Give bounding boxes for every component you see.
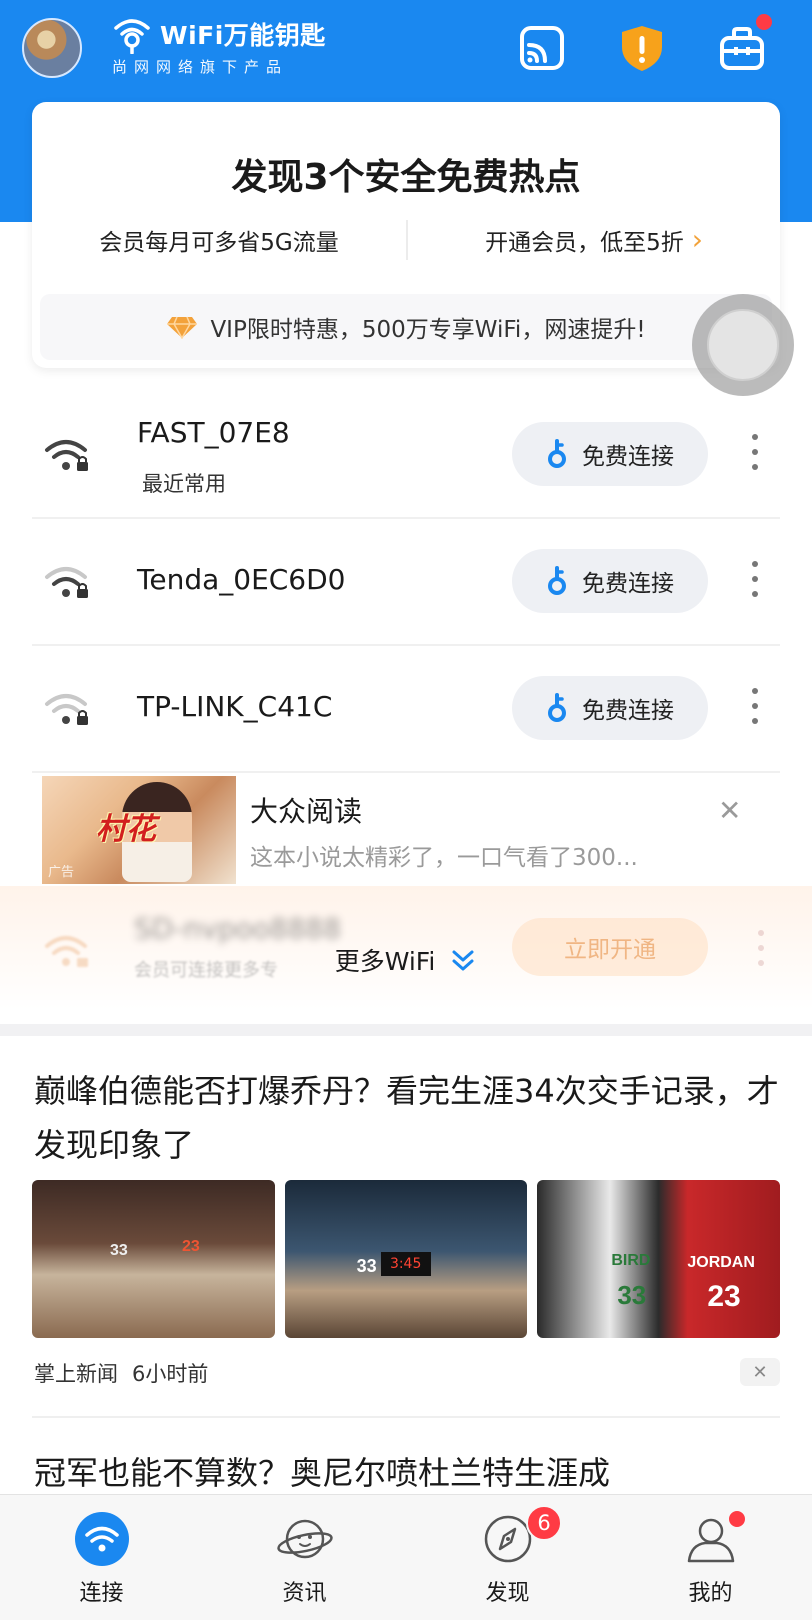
- wifi-locked-icon: [45, 440, 88, 471]
- hotspot-summary-card: 发现3个安全免费热点 会员每月可多省5G流量 开通会员，低至5折 › VIP限时…: [32, 102, 780, 368]
- ad-title: 大众阅读: [250, 795, 363, 828]
- member-wifi-ssid: SD-nvpoo8888: [134, 912, 342, 945]
- section-separator: [0, 1024, 812, 1036]
- wifi-locked-icon: [45, 694, 88, 725]
- diamond-icon: [167, 316, 198, 339]
- vip-promo-banner[interactable]: VIP限时特惠，500万专享WiFi，网速提升!: [40, 294, 772, 360]
- tab-profile[interactable]: 我的: [609, 1495, 812, 1620]
- notification-badge: 6: [526, 1505, 562, 1541]
- wifi-list: FAST_07E8 最近常用 免费连接 Tenda_0EC6D0 免费连接 TP…: [32, 392, 780, 773]
- member-benefit-text: 会员每月可多省5G流量: [99, 230, 339, 256]
- key-icon: [548, 693, 566, 722]
- free-connect-button[interactable]: 免费连接: [512, 676, 708, 740]
- app-subtitle: 尚网网络旗下产品: [112, 58, 289, 76]
- tab-connect[interactable]: 连接: [0, 1495, 203, 1620]
- shield-alert-icon: [622, 26, 662, 71]
- free-connect-label: 免费连接: [582, 444, 674, 470]
- key-icon: [548, 566, 566, 595]
- divider: [32, 1416, 780, 1418]
- dismiss-news-button[interactable]: ✕: [740, 1358, 780, 1386]
- toolbox-button[interactable]: [714, 12, 774, 76]
- user-avatar[interactable]: [22, 18, 82, 78]
- toolbox-notification-dot: [754, 12, 774, 32]
- close-icon[interactable]: ✕: [718, 794, 741, 827]
- brand: WiFi万能钥匙 尚网网络旗下产品: [110, 14, 326, 77]
- wifi-locked-icon: [45, 567, 88, 598]
- open-membership-link[interactable]: 开通会员，低至5折 ›: [408, 223, 780, 257]
- more-options-icon[interactable]: [750, 434, 760, 470]
- wifi-item[interactable]: FAST_07E8 最近常用 免费连接: [32, 392, 780, 519]
- news-image-row[interactable]: 33 23 3:45 33 BIRD 33 JORDAN 23: [32, 1180, 781, 1338]
- vip-promo-text: VIP限时特惠，500万专享WiFi，网速提升!: [210, 317, 646, 343]
- tab-label: 资讯: [282, 1581, 327, 1606]
- more-options-icon[interactable]: [750, 688, 760, 724]
- hotspot-count-title: 发现3个安全免费热点: [231, 157, 581, 198]
- more-wifi-label: 更多WiFi: [334, 947, 436, 976]
- tab-news[interactable]: 资讯: [203, 1495, 406, 1620]
- bottom-tab-bar: 连接 资讯 发现 6 我的: [0, 1494, 812, 1620]
- ad-image: 村花 广告: [42, 776, 236, 884]
- news-image: 3:45 33: [284, 1180, 528, 1338]
- floating-touch-button[interactable]: [692, 294, 794, 396]
- app-title: WiFi万能钥匙: [160, 21, 326, 50]
- news-image: BIRD 33 JORDAN 23: [537, 1180, 781, 1338]
- chevron-right-icon: ›: [691, 223, 703, 256]
- free-connect-button[interactable]: 免费连接: [512, 549, 708, 613]
- notification-dot: [727, 1509, 747, 1529]
- open-membership-label: 开通会员，低至5折: [485, 230, 684, 256]
- key-icon: [548, 439, 566, 468]
- ad-label: 广告: [48, 865, 75, 880]
- wifi-item[interactable]: Tenda_0EC6D0 免费连接: [32, 519, 780, 646]
- double-chevron-down-icon: [452, 950, 474, 971]
- tab-label: 连接: [79, 1581, 124, 1606]
- cast-button[interactable]: [514, 20, 570, 76]
- tab-label: 发现: [485, 1581, 530, 1606]
- cast-icon: [520, 26, 564, 70]
- planet-tab-icon: [276, 1519, 333, 1559]
- free-connect-label: 免费连接: [582, 571, 674, 597]
- news-time: 6小时前: [132, 1362, 209, 1386]
- ad-banner[interactable]: 村花 广告 大众阅读 这本小说太精彩了，一口气看了300... ✕: [42, 776, 780, 884]
- wifi-item[interactable]: TP-LINK_C41C 免费连接: [32, 646, 780, 773]
- wifi-ssid: FAST_07E8: [137, 416, 290, 449]
- news-meta: 掌上新闻 6小时前: [34, 1358, 208, 1388]
- news-title[interactable]: 巅峰伯德能否打爆乔丹？看完生涯34次交手记录，才发现印象了: [34, 1064, 784, 1172]
- wifi-ssid: TP-LINK_C41C: [137, 690, 333, 723]
- wifi-tab-icon: [74, 1512, 129, 1566]
- more-options-icon[interactable]: [750, 561, 760, 597]
- tab-discover[interactable]: 发现 6: [406, 1495, 609, 1620]
- free-connect-label: 免费连接: [582, 698, 674, 724]
- news-source: 掌上新闻: [34, 1362, 118, 1386]
- tab-label: 我的: [688, 1581, 733, 1606]
- free-connect-button[interactable]: 免费连接: [512, 422, 708, 486]
- news-title[interactable]: 冠军也能不算数？奥尼尔喷杜兰特生涯成: [34, 1446, 784, 1500]
- news-image: 33 23: [32, 1180, 275, 1338]
- wifi-ssid: Tenda_0EC6D0: [137, 563, 346, 596]
- wifi-subtitle: 最近常用: [142, 472, 226, 496]
- ad-description: 这本小说太精彩了，一口气看了300...: [250, 845, 638, 871]
- ad-image-text: 村花: [96, 812, 156, 847]
- security-button[interactable]: [614, 20, 670, 76]
- wifi-logo-icon: [114, 19, 150, 54]
- more-wifi-button[interactable]: 更多WiFi: [0, 942, 812, 978]
